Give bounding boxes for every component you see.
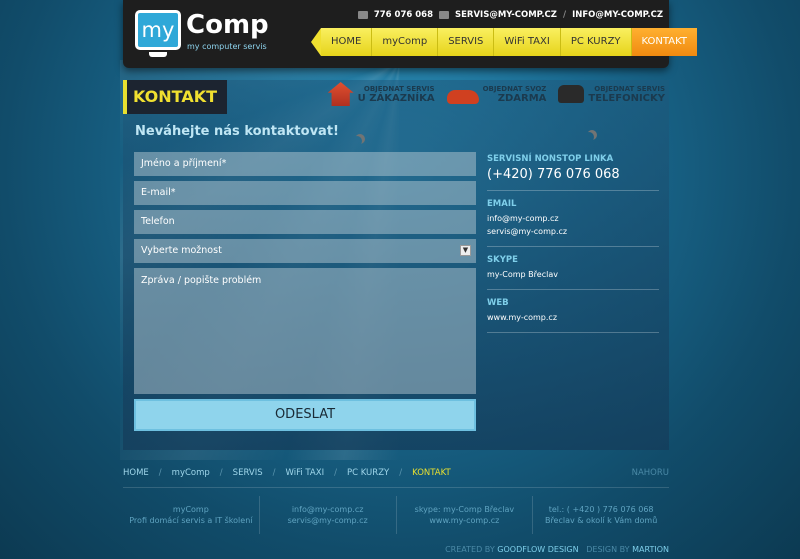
separator: / (562, 10, 567, 20)
nav-servis[interactable]: SERVIS (438, 28, 495, 56)
contact-form: Jméno a příjmení* E-mail* Telefon Vybert… (134, 152, 476, 431)
content-panel: KONTAKT OBJEDNAT SERVIS U ZÁKAZNÍKA OBJE… (123, 80, 669, 450)
skype-block: SKYPE my-Comp Břeclav (487, 255, 659, 290)
page-subtitle: Neváhejte nás kontaktovat! (135, 124, 339, 139)
separator: / (399, 468, 403, 478)
web-link[interactable]: www.my-comp.cz (487, 311, 659, 324)
nav-mycomp[interactable]: myComp (372, 28, 439, 56)
web-label: WEB (487, 298, 509, 308)
design-by-label: DESIGN BY (586, 545, 630, 554)
phone-icon (357, 11, 368, 19)
site-header: my Comp my computer servis 776 076 068 S… (123, 0, 697, 68)
option-select-value: Vyberte možnost (141, 245, 222, 256)
order-big-label: TELEFONICKY (588, 92, 665, 104)
logo-word: Comp (186, 10, 269, 40)
phone-field[interactable]: Telefon (134, 210, 476, 234)
footer-brand: myComp (172, 505, 209, 514)
hotline-block: SERVISNÍ NONSTOP LINKA (+420) 776 076 06… (487, 154, 659, 191)
footer-tagline: Profi domácí servis a IT školení (129, 516, 253, 525)
submit-button[interactable]: ODESLAT (134, 399, 476, 431)
order-small-label: OBJEDNAT SERVIS (363, 84, 435, 93)
chevron-down-icon[interactable]: ▼ (460, 245, 471, 256)
skype-value: my-Comp Břeclav (487, 270, 558, 279)
order-free-pickup[interactable]: OBJEDNAT SVOZ ZDARMA (446, 82, 547, 106)
separator: / (158, 468, 162, 478)
footer-nav-home[interactable]: HOME (123, 468, 149, 478)
email-info-link[interactable]: info@my-comp.cz (487, 212, 659, 225)
nav-kontakt[interactable]: KONTAKT (631, 28, 697, 56)
nav-pc-kurzy[interactable]: PC KURZY (560, 28, 632, 56)
footer-nav-wifi-taxi[interactable]: WiFi TAXI (285, 468, 324, 478)
email-servis-link[interactable]: servis@my-comp.cz (487, 225, 659, 238)
order-small-label: OBJEDNAT SERVIS (594, 84, 665, 93)
back-to-top-link[interactable]: NAHORU (632, 468, 669, 478)
name-field[interactable]: Jméno a příjmení* (134, 152, 476, 176)
separator: / (219, 468, 223, 478)
footer-credits: CREATED BY GOODFLOW DESIGN DESIGN BY MAR… (445, 545, 669, 554)
footer-email-servis[interactable]: servis@my-comp.cz (260, 515, 396, 526)
footer-email-info[interactable]: info@my-comp.cz (260, 504, 396, 515)
footer-area: Břeclav & okolí k Vám domů (544, 516, 658, 525)
web-block: WEB www.my-comp.cz (487, 298, 659, 333)
email-block: EMAIL info@my-comp.cz servis@my-comp.cz (487, 199, 659, 247)
order-small-label: OBJEDNAT SVOZ (482, 84, 547, 93)
contact-info: SERVISNÍ NONSTOP LINKA (+420) 776 076 06… (487, 154, 659, 341)
footer-web[interactable]: www.my-comp.cz (397, 515, 533, 526)
footer-nav-kontakt[interactable]: KONTAKT (412, 468, 451, 478)
main-nav: HOME myComp SERVIS WiFi TAXI PC KURZY KO… (311, 28, 697, 56)
page-title: KONTAKT (123, 80, 227, 114)
telephone-icon (558, 85, 585, 103)
footer-col-email: info@my-comp.cz servis@my-comp.cz (260, 496, 397, 534)
footer-col-skype: skype: my-Comp Břeclav www.my-comp.cz (397, 496, 534, 534)
email-label: EMAIL (487, 199, 517, 209)
logo-tagline: my computer servis (187, 42, 267, 51)
footer-col-phone: tel.: ( +420 ) 776 076 068 Břeclav & oko… (533, 496, 669, 534)
logo-monitor: my (135, 10, 181, 50)
header-email-info[interactable]: INFO@MY-COMP.CZ (572, 10, 663, 20)
footer-nav-servis[interactable]: SERVIS (233, 468, 263, 478)
skype-label: SKYPE (487, 255, 518, 265)
order-big-label: U ZÁKAZNÍKA (357, 92, 435, 104)
footer-nav-mycomp[interactable]: myComp (172, 468, 210, 478)
order-links: OBJEDNAT SERVIS U ZÁKAZNÍKA OBJEDNAT SVO… (327, 82, 665, 106)
nav-wifi-taxi[interactable]: WiFi TAXI (494, 28, 561, 56)
design-by-link[interactable]: MARTION (632, 545, 669, 554)
nav-arrow-decoration (311, 28, 321, 56)
nav-home[interactable]: HOME (321, 28, 373, 56)
footer-phone: tel.: ( +420 ) 776 076 068 (548, 505, 654, 514)
footer-col-about: myComp Profi domácí servis a IT školení (123, 496, 260, 534)
header-email-servis[interactable]: SERVIS@MY-COMP.CZ (455, 10, 557, 20)
header-phone: 776 076 068 (373, 10, 433, 20)
email-field[interactable]: E-mail* (134, 181, 476, 205)
hotline-label: SERVISNÍ NONSTOP LINKA (487, 154, 614, 164)
footer-skype: skype: my-Comp Břeclav (414, 505, 515, 514)
order-service-at-customer[interactable]: OBJEDNAT SERVIS U ZÁKAZNÍKA (327, 82, 435, 106)
message-textarea[interactable]: Zpráva / popište problém (134, 268, 476, 394)
car-icon (446, 90, 479, 104)
created-by-label: CREATED BY (445, 545, 495, 554)
created-by-link[interactable]: GOODFLOW DESIGN (497, 545, 578, 554)
footer-nav: HOME / myComp / SERVIS / WiFi TAXI / PC … (123, 468, 669, 478)
order-big-label: ZDARMA (497, 92, 547, 104)
hotline-number: (+420) 776 076 068 (487, 167, 620, 182)
house-icon (327, 82, 354, 106)
mail-icon (439, 11, 449, 19)
footer-info: myComp Profi domácí servis a IT školení … (123, 496, 669, 534)
separator: / (272, 468, 276, 478)
header-contacts: 776 076 068 SERVIS@MY-COMP.CZ / INFO@MY-… (357, 10, 663, 20)
footer-divider (123, 487, 669, 488)
footer-nav-pc-kurzy[interactable]: PC KURZY (347, 468, 389, 478)
order-service-by-phone[interactable]: OBJEDNAT SERVIS TELEFONICKY (558, 82, 665, 106)
option-select[interactable]: Vyberte možnost ▼ (134, 239, 476, 263)
separator: / (334, 468, 337, 478)
logo[interactable]: my Comp my computer servis (135, 8, 305, 60)
logo-monitor-stand (149, 52, 167, 57)
